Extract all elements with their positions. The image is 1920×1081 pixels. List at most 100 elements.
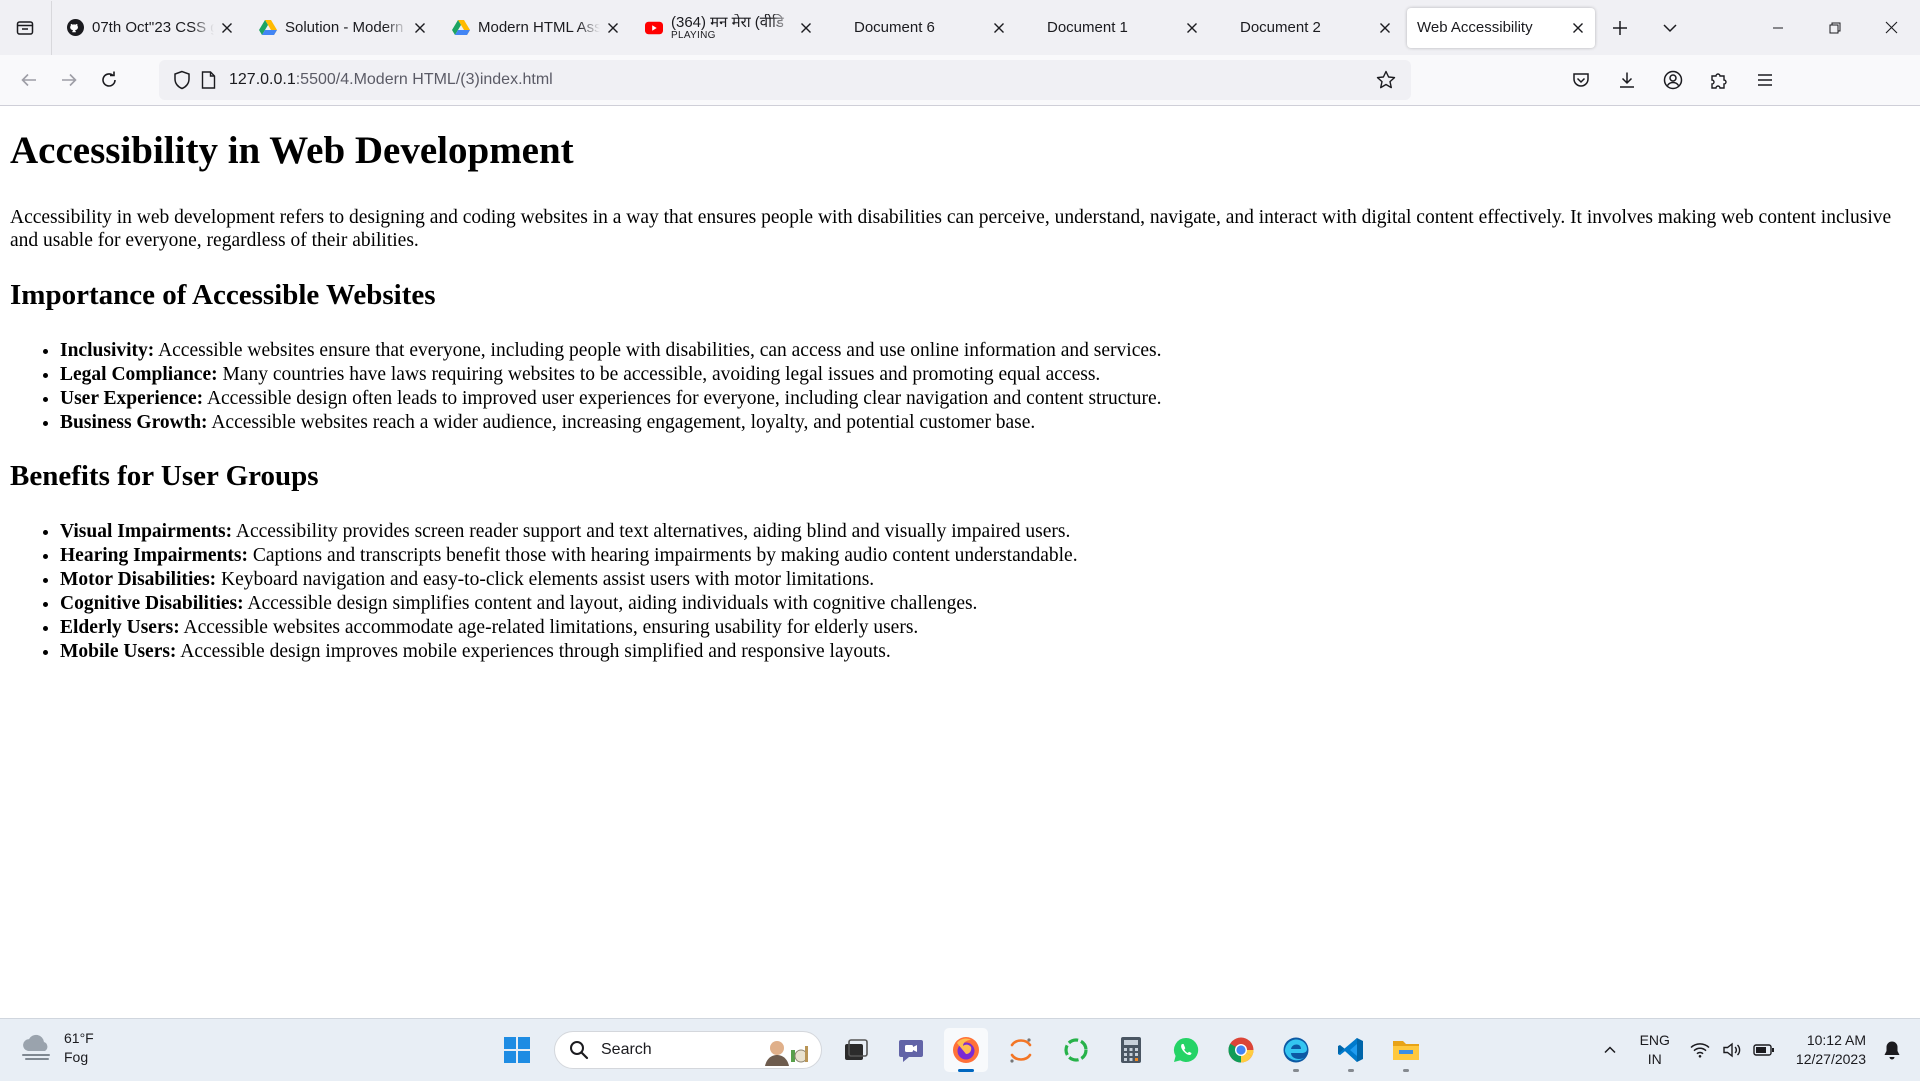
battery-button[interactable] — [1750, 1036, 1778, 1064]
arrow-right-icon — [62, 73, 77, 87]
puzzle-piece-icon — [1711, 73, 1727, 89]
notifications-button[interactable] — [1878, 1036, 1906, 1064]
chrome-button[interactable] — [1219, 1028, 1263, 1072]
list-item-text: Accessible websites reach a wider audien… — [207, 412, 1036, 433]
tab-document-6[interactable]: Document 6 — [828, 8, 1016, 48]
windows-start-icon — [504, 1037, 530, 1063]
running-indicator — [1348, 1069, 1354, 1072]
close-icon[interactable] — [797, 19, 815, 37]
edge-button[interactable] — [1274, 1028, 1318, 1072]
close-icon[interactable] — [1569, 19, 1587, 37]
show-hidden-icons-button[interactable] — [1596, 1036, 1624, 1064]
bookmark-star-icon[interactable] — [1373, 67, 1399, 93]
file-explorer-button[interactable] — [1384, 1028, 1428, 1072]
weather-widget[interactable]: 61°F Fog — [20, 1029, 94, 1067]
tab-document-2[interactable]: Document 2 — [1214, 8, 1402, 48]
vscode-icon — [1338, 1038, 1363, 1062]
tab-title: Solution - Modern — [285, 19, 404, 36]
tracking-protection-shield-icon[interactable] — [169, 67, 195, 93]
tab-modern-html[interactable]: Modern HTML Ass — [442, 8, 630, 48]
youtube-icon — [645, 19, 663, 37]
file-explorer-icon — [1393, 1041, 1419, 1060]
tab-web-accessibility[interactable]: Web Accessibility — [1407, 7, 1595, 48]
volume-button[interactable] — [1718, 1036, 1746, 1064]
page-document-icon[interactable] — [195, 67, 221, 93]
close-icon[interactable] — [1376, 19, 1394, 37]
list-item-term: Elderly Users: — [60, 617, 180, 638]
tab-title: 07th Oct''23 CSS g — [92, 19, 214, 36]
tab-playing-label: PLAYING — [671, 30, 716, 41]
list-item-term: User Experience: — [60, 388, 204, 409]
tab-youtube[interactable]: (364) मन मेरा (वीडि PLAYING — [635, 8, 823, 48]
list-item-text: Captions and transcripts benefit those w… — [247, 545, 1078, 566]
tab-document-1[interactable]: Document 1 — [1021, 8, 1209, 48]
calculator-button[interactable] — [1109, 1028, 1153, 1072]
close-window-button[interactable] — [1863, 0, 1920, 55]
network-button[interactable] — [1686, 1036, 1714, 1064]
list-item-term: Business Growth: — [60, 412, 208, 433]
input-language-indicator[interactable]: ENG IN — [1640, 1031, 1670, 1069]
close-icon[interactable] — [218, 19, 236, 37]
importance-list: Inclusivity: Accessible websites ensure … — [0, 339, 1162, 435]
list-all-tabs-button[interactable] — [1652, 10, 1688, 46]
speaker-icon — [1723, 1042, 1741, 1058]
url-host: 127.0.0.1 — [229, 71, 296, 88]
minimize-button[interactable] — [1749, 0, 1806, 55]
close-icon[interactable] — [411, 19, 429, 37]
bell-icon — [1884, 1041, 1900, 1060]
jupyter-button[interactable] — [999, 1028, 1043, 1072]
downloads-button[interactable] — [1607, 60, 1647, 100]
whatsapp-icon — [1173, 1037, 1199, 1062]
list-item: Legal Compliance: Many countries have la… — [60, 363, 1162, 387]
search-label: Search — [601, 1041, 652, 1058]
chrome-icon — [1228, 1037, 1254, 1063]
close-icon[interactable] — [990, 19, 1008, 37]
pocket-button[interactable] — [1561, 60, 1601, 100]
forward-button[interactable] — [49, 60, 89, 100]
reload-button[interactable] — [89, 60, 129, 100]
teams-chat-button[interactable] — [889, 1028, 933, 1072]
url-bar[interactable]: 127.0.0.1:5500/4.Modern HTML/(3)index.ht… — [159, 60, 1411, 100]
intro-paragraph: Accessibility in web development refers … — [10, 207, 1892, 251]
tab-solution-modern[interactable]: Solution - Modern — [249, 8, 437, 48]
restore-button[interactable] — [1806, 0, 1863, 55]
clock[interactable]: 10:12 AM 12/27/2023 — [1796, 1031, 1866, 1069]
taskbar-apps: Search — [495, 1028, 1439, 1072]
taskbar-search[interactable]: Search — [554, 1031, 822, 1069]
close-icon[interactable] — [604, 19, 622, 37]
sync-app-button[interactable] — [1054, 1028, 1098, 1072]
list-item-term: Mobile Users: — [60, 641, 177, 662]
running-indicator — [1293, 1069, 1299, 1072]
google-drive-icon — [452, 19, 470, 37]
firefox-taskbar-button[interactable] — [944, 1028, 988, 1072]
list-item-text: Many countries have laws requiring websi… — [217, 364, 1101, 385]
clock-date: 12/27/2023 — [1795, 1051, 1866, 1067]
edge-icon — [1283, 1037, 1309, 1063]
calculator-icon — [1121, 1037, 1141, 1063]
task-view-button[interactable] — [834, 1028, 878, 1072]
firefox-view-button[interactable] — [7, 10, 43, 46]
close-icon[interactable] — [1183, 19, 1201, 37]
search-icon — [570, 1041, 589, 1060]
list-item-term: Inclusivity: — [60, 340, 155, 361]
download-icon — [1620, 72, 1634, 88]
url-text[interactable]: 127.0.0.1:5500/4.Modern HTML/(3)index.ht… — [229, 71, 1373, 89]
benefits-heading: Benefits for User Groups — [10, 460, 319, 492]
app-menu-button[interactable] — [1745, 60, 1785, 100]
extensions-button[interactable] — [1699, 60, 1739, 100]
back-button[interactable] — [9, 60, 49, 100]
language-code: ENG — [1639, 1032, 1670, 1048]
hamburger-menu-icon — [1758, 74, 1772, 86]
tab-css-github[interactable]: 07th Oct''23 CSS g — [56, 8, 244, 48]
new-tab-button[interactable] — [1602, 10, 1638, 46]
whatsapp-button[interactable] — [1164, 1028, 1208, 1072]
tab-title: Document 1 — [1047, 19, 1128, 36]
chevron-up-icon — [1604, 1046, 1616, 1054]
importance-heading: Importance of Accessible Websites — [10, 279, 436, 311]
list-item-term: Hearing Impairments: — [60, 545, 248, 566]
vscode-button[interactable] — [1329, 1028, 1373, 1072]
benefits-list: Visual Impairments: Accessibility provid… — [0, 520, 1078, 664]
tab-title: Document 6 — [854, 19, 935, 36]
start-button[interactable] — [495, 1028, 539, 1072]
account-button[interactable] — [1653, 60, 1693, 100]
